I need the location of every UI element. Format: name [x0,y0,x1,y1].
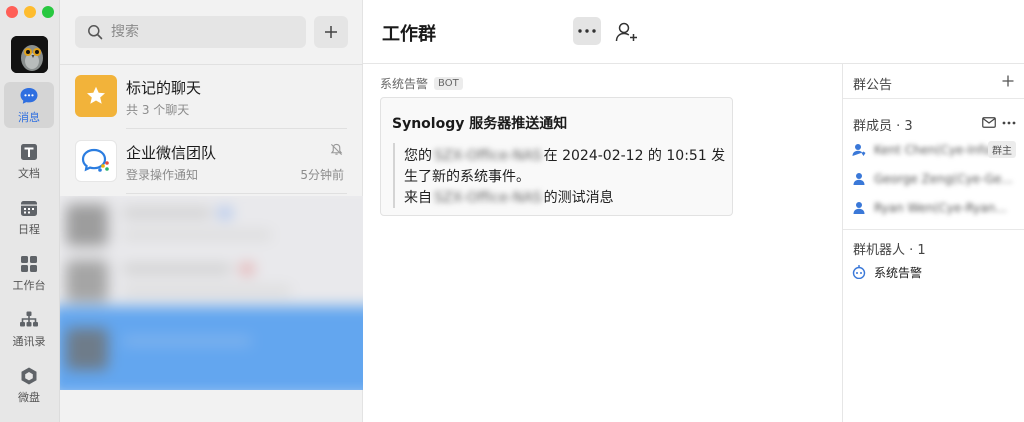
rail-label-workbench: 工作台 [12,278,46,292]
member-item[interactable]: Ryan Wen(Cye-Ryan... [852,198,1022,218]
owl-avatar-image [11,36,48,73]
notification-card[interactable]: Synology 服务器推送通知 您的 SZX-Office-NAS 在 2024-… [380,97,733,216]
mail-icon[interactable] [982,117,996,128]
add-member-icon [615,22,637,42]
starred-chats-avatar [75,75,117,117]
add-member-button[interactable] [612,18,642,46]
workbench-icon [21,255,37,272]
plus-icon [325,26,337,38]
star-icon [87,86,105,104]
list-item[interactable] [62,322,342,376]
bot-badge: BOT [434,77,463,90]
list-item[interactable] [62,198,342,252]
redacted-server-name: SZX-Office-NAS [434,148,542,164]
member-item[interactable]: George Zeng(Cye-Ge... [852,169,1022,189]
calendar-icon [21,200,37,216]
wecom-team-avatar [75,140,117,182]
add-button[interactable] [314,16,348,48]
card-line-2: 生了新的系统事件。 [404,169,530,185]
mute-icon [330,143,343,156]
members-title: 群成员 · 3 [853,119,913,134]
rail-item-calendar[interactable]: 日程 [4,194,54,240]
divider [126,193,347,194]
member-icon [853,202,865,214]
document-icon [21,143,37,160]
chat-name: 标记的聊天 [126,79,202,97]
rail-item-workbench[interactable]: 工作台 [4,250,54,296]
drive-icon [21,367,37,384]
message-icon [20,87,38,104]
redacted-server-name: SZX-Office-NAS [434,190,542,206]
zoom-window-button[interactable] [42,6,54,18]
chat-item-wecom-team[interactable]: 企业微信团队 登录操作通知 5分钟前 [60,129,363,193]
window-controls [6,6,54,18]
rail-label-calendar: 日程 [18,222,40,236]
chat-list-panel: 标记的聊天 共 3 个聊天 企业微信团队 登录操作通知 5分钟前 [60,0,363,422]
robot-item[interactable]: 系统告警 [852,262,1022,282]
member-icon [853,173,865,185]
card-text: 您的 [404,148,432,164]
more-icon [578,29,596,33]
rail-label-drive: 微盘 [18,390,40,404]
member-name: Ryan Wen(Cye-Ryan... [874,201,1007,215]
member-item[interactable]: Kent Chen(Cye-Infor... 群主 [852,140,1022,160]
rail-item-contacts[interactable]: 通讯录 [4,306,54,352]
close-window-button[interactable] [6,6,18,18]
contacts-icon [20,311,38,326]
wecom-icon [81,148,109,172]
chat-subtitle: 共 3 个聊天 [126,103,190,117]
rail-label-documents: 文档 [18,166,40,180]
member-name: Kent Chen(Cye-Infor... [874,143,1006,157]
robot-icon [852,265,866,279]
card-text: 在 2024-02-12 的 10:51 发 [543,148,726,164]
announcement-title[interactable]: 群公告 [853,74,892,93]
rail-item-documents[interactable]: 文档 [4,138,54,184]
member-name: George Zeng(Cye-Ge... [874,172,1013,186]
search-box[interactable] [75,16,306,48]
navigation-rail: 消息 文档 日程 工作台 通讯录 微盘 [0,0,60,422]
rail-label-contacts: 通讯录 [12,334,46,348]
card-line-3: 来自 SZX-Office-NAS 的测试消息 [404,187,614,207]
sender-name[interactable]: 系统告警 [380,75,428,92]
rail-item-messages[interactable]: 消息 [4,82,54,128]
search-icon [88,25,103,40]
chat-name: 企业微信团队 [126,144,217,162]
robot-name: 系统告警 [874,265,923,280]
card-title: Synology 服务器推送通知 [392,116,568,132]
add-announcement-icon[interactable] [1002,75,1014,87]
quote-bar [393,143,395,208]
more-icon[interactable] [1002,121,1016,125]
divider [843,229,1024,230]
search-input[interactable] [111,24,291,40]
card-line-1: 您的 SZX-Office-NAS 在 2024-02-12 的 10:51 发 [404,145,725,165]
owner-badge: 群主 [988,141,1016,158]
minimize-window-button[interactable] [24,6,36,18]
rail-item-drive[interactable]: 微盘 [4,362,54,408]
card-text: 的测试消息 [543,190,614,206]
chat-time: 5分钟前 [300,168,344,182]
robots-title: 群机器人 · 1 [853,243,926,258]
owner-member-icon [852,144,866,156]
group-info-panel: 群公告 群成员 · 3 Kent Chen(Cye-Infor... 群主 Ge… [842,64,1024,422]
conversation-title: 工作群 [382,24,436,45]
card-text: 来自 [404,190,432,206]
message-sender: 系统告警 BOT [380,75,463,92]
list-item[interactable] [62,254,342,308]
rail-label-messages: 消息 [18,110,40,124]
chat-item-starred[interactable]: 标记的聊天 共 3 个聊天 [60,64,363,128]
chat-subtitle: 登录操作通知 [126,168,199,182]
blurred-chat-list [60,196,363,390]
user-avatar[interactable] [11,36,48,73]
divider [843,98,1024,99]
more-options-button[interactable] [573,17,601,45]
